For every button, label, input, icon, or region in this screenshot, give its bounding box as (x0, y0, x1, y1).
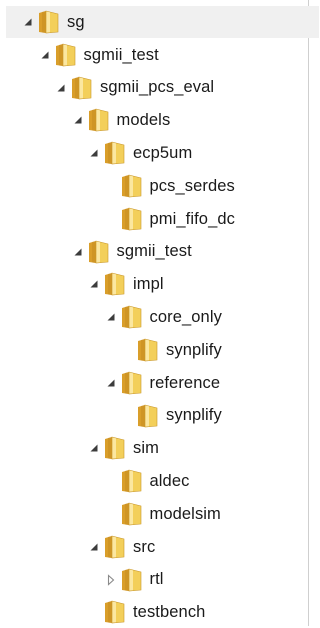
folder-icon (71, 76, 93, 100)
tree-node[interactable]: pcs_serdes (0, 170, 235, 202)
tree-node-label: models (116, 111, 171, 130)
tree-node[interactable]: src (0, 531, 155, 563)
tree-node[interactable]: testbench (0, 596, 205, 628)
expanded-arrow-icon[interactable] (105, 311, 117, 323)
expanded-arrow-icon[interactable] (72, 246, 84, 258)
tree-node-label: rtl (149, 570, 164, 589)
tree-node-label: aldec (149, 471, 190, 490)
tree-node[interactable]: sim (0, 432, 159, 464)
folder-icon (121, 174, 143, 198)
tree-node[interactable]: sgmii_test (0, 39, 159, 71)
tree-node-label: modelsim (149, 504, 221, 523)
expanded-arrow-icon[interactable] (88, 442, 100, 454)
tree-node[interactable]: sg (6, 6, 319, 38)
tree-node[interactable]: reference (0, 367, 220, 399)
expanded-arrow-icon[interactable] (72, 114, 84, 126)
tree-node-label: pmi_fifo_dc (149, 209, 235, 228)
tree-node[interactable]: ecp5um (0, 137, 192, 169)
expanded-arrow-icon[interactable] (88, 147, 100, 159)
folder-icon (121, 207, 143, 231)
folder-icon (104, 272, 126, 296)
collapsed-arrow-icon[interactable] (105, 573, 117, 586)
folder-icon (104, 141, 126, 165)
tree-node[interactable]: synplify (0, 400, 222, 432)
expanded-arrow-icon[interactable] (88, 278, 100, 290)
tree-node-label: reference (149, 373, 221, 392)
folder-icon (88, 240, 110, 264)
tree-node[interactable]: sgmii_test (0, 236, 192, 268)
folder-icon (121, 469, 143, 493)
tree-node[interactable]: core_only (0, 301, 222, 333)
expanded-arrow-icon[interactable] (55, 82, 67, 94)
folder-icon (104, 535, 126, 559)
folder-tree: sg sgmii_test sgmii_pcs_evalmodels ecp5um pc… (0, 0, 319, 628)
tree-node-label: sgmii_test (116, 242, 192, 261)
tree-node[interactable]: aldec (0, 465, 189, 497)
folder-icon (55, 43, 77, 67)
tree-node-label: synplify (166, 340, 222, 359)
tree-node-label: core_only (149, 307, 222, 326)
tree-node[interactable]: modelsim (0, 498, 221, 530)
tree-node-label: ecp5um (133, 143, 193, 162)
tree-node-label: synplify (166, 406, 222, 425)
folder-icon (104, 600, 126, 624)
folder-icon (121, 502, 143, 526)
tree-node[interactable]: synplify (0, 334, 222, 366)
tree-node-label: sim (133, 439, 159, 458)
folder-icon (121, 371, 143, 395)
tree-node-label: src (133, 537, 156, 556)
tree-node[interactable]: rtl (0, 564, 164, 596)
folder-icon (121, 568, 143, 592)
tree-node[interactable]: impl (0, 268, 164, 300)
tree-node-label: sgmii_test (83, 45, 159, 64)
folder-icon (137, 404, 159, 428)
tree-node-label: testbench (133, 603, 206, 622)
tree-node-label: sg (67, 12, 85, 31)
tree-node-label: impl (133, 275, 164, 294)
folder-icon (137, 338, 159, 362)
folder-icon (121, 305, 143, 329)
expanded-arrow-icon[interactable] (22, 16, 34, 28)
tree-node-label: sgmii_pcs_eval (100, 78, 215, 97)
folder-icon (38, 10, 60, 34)
folder-icon (104, 436, 126, 460)
expanded-arrow-icon[interactable] (88, 541, 100, 553)
tree-node[interactable]: sgmii_pcs_eval (0, 72, 214, 104)
expanded-arrow-icon[interactable] (39, 49, 51, 61)
tree-node[interactable]: models (0, 104, 170, 136)
folder-icon (88, 108, 110, 132)
expanded-arrow-icon[interactable] (105, 377, 117, 389)
tree-node-label: pcs_serdes (149, 176, 235, 195)
tree-node[interactable]: pmi_fifo_dc (0, 203, 235, 235)
